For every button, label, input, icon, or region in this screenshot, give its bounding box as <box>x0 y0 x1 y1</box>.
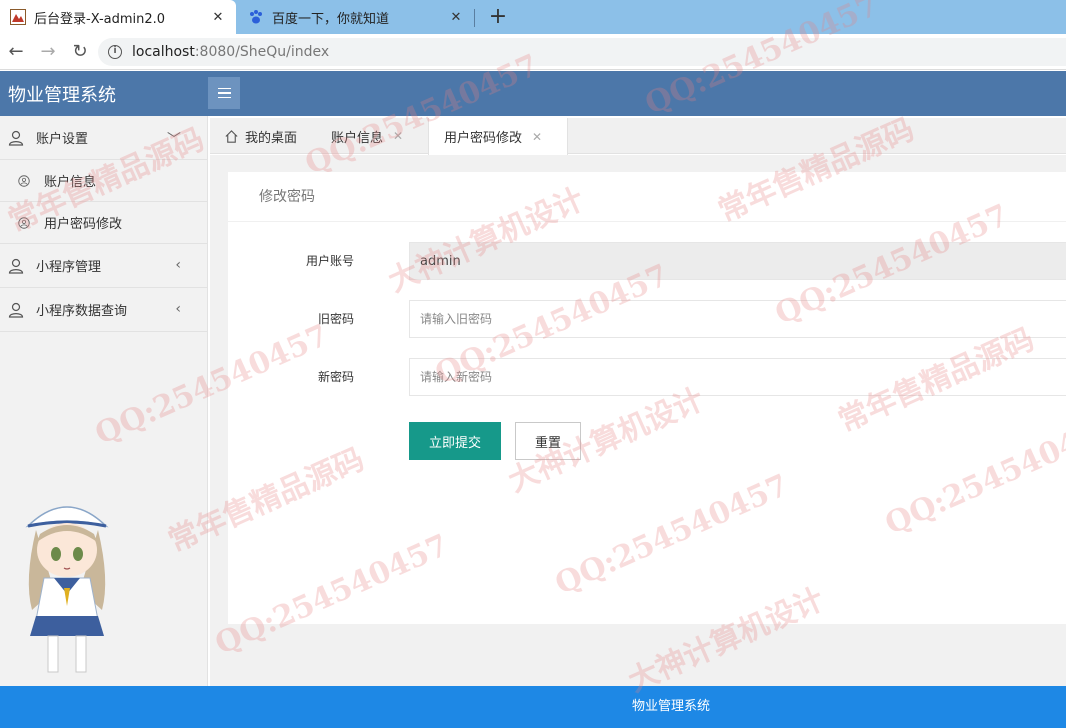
new-password-row: 新密码 <box>228 358 1066 396</box>
browser-tab-title: 百度一下，你就知道 <box>272 11 390 27</box>
tab-account-info[interactable]: 账户信息 ✕ <box>331 118 403 154</box>
user-circle-icon <box>18 216 30 229</box>
tab-label: 我的桌面 <box>245 130 298 146</box>
browser-tab-strip: 后台登录-X-admin2.0 ✕ 百度一下，你就知道 ✕ + <box>0 0 1066 34</box>
close-tab-icon[interactable]: ✕ <box>210 10 226 25</box>
password-form-card: 修改密码 用户账号 旧密码 新密码 立即提交 重置 <box>228 172 1066 624</box>
old-password-field[interactable] <box>409 300 1066 338</box>
home-icon <box>225 129 238 143</box>
new-tab-button[interactable]: + <box>484 3 512 31</box>
site-info-icon[interactable]: i <box>108 45 122 59</box>
new-password-label: 新密码 <box>317 370 354 384</box>
user-circle-icon <box>18 174 30 187</box>
reload-icon[interactable]: ↻ <box>64 41 96 62</box>
chevron-left-icon: ‹ <box>175 257 181 273</box>
old-password-row: 旧密码 <box>228 300 1066 338</box>
sidebar-item-miniprogram-query[interactable]: 小程序数据查询 ‹ <box>0 288 207 332</box>
baidu-favicon-icon <box>250 10 262 24</box>
reset-button[interactable]: 重置 <box>515 422 581 460</box>
sidebar-item-label: 用户密码修改 <box>44 217 123 232</box>
sidebar: 账户设置 ﹀ 账户信息 用户密码修改 小程序管理 ‹ 小程序数据查询 ‹ <box>0 116 208 686</box>
new-password-field[interactable] <box>409 358 1066 396</box>
tab-desktop[interactable]: 我的桌面 <box>224 118 297 154</box>
page-tabs: 我的桌面 账户信息 ✕ 用户密码修改 ✕ <box>210 118 1066 155</box>
tab-password-change[interactable]: 用户密码修改 ✕ <box>428 118 568 155</box>
footer: 物业管理系统 <box>0 686 1066 728</box>
address-bar: ← → ↻ i localhost:8080/SheQu/index <box>0 34 1066 70</box>
back-arrow-icon[interactable]: ← <box>0 41 32 62</box>
account-field[interactable] <box>409 242 1066 280</box>
user-icon <box>8 302 24 318</box>
url-field[interactable]: i localhost:8080/SheQu/index <box>98 38 1066 66</box>
account-row: 用户账号 <box>228 242 1066 280</box>
submit-button[interactable]: 立即提交 <box>409 422 501 460</box>
sidebar-item-label: 小程序数据查询 <box>36 304 128 319</box>
tab-separator <box>474 9 475 27</box>
tab-label: 用户密码修改 <box>444 131 523 146</box>
admin-favicon-icon <box>10 9 26 25</box>
tab-label: 账户信息 <box>331 130 384 146</box>
account-label: 用户账号 <box>305 254 354 268</box>
mascot-illustration <box>25 506 109 673</box>
hamburger-icon <box>217 87 231 90</box>
url-text: localhost:8080/SheQu/index <box>132 44 329 60</box>
close-icon[interactable]: ✕ <box>393 129 403 143</box>
app-header: 物业管理系统 <box>0 71 1066 116</box>
sidebar-item-account-info[interactable]: 账户信息 <box>0 160 207 202</box>
old-password-label: 旧密码 <box>317 312 354 326</box>
sidebar-item-account-settings[interactable]: 账户设置 ﹀ <box>0 116 207 160</box>
chevron-left-icon: ‹ <box>175 301 181 317</box>
url-host: localhost <box>132 44 195 60</box>
forward-arrow-icon[interactable]: → <box>32 41 64 62</box>
browser-tab-admin[interactable]: 后台登录-X-admin2.0 ✕ <box>0 0 236 34</box>
close-tab-icon[interactable]: ✕ <box>448 10 464 25</box>
app-title: 物业管理系统 <box>8 85 116 106</box>
main-content: 修改密码 用户账号 旧密码 新密码 立即提交 重置 <box>210 155 1066 686</box>
hamburger-icon <box>217 96 231 99</box>
hamburger-icon <box>217 92 231 94</box>
browser-tab-title: 后台登录-X-admin2.0 <box>34 11 166 27</box>
sidebar-item-label: 账户设置 <box>36 132 89 147</box>
browser-tab-baidu[interactable]: 百度一下，你就知道 ✕ <box>238 0 474 34</box>
url-path: :8080/SheQu/index <box>194 44 330 60</box>
sidebar-item-label: 账户信息 <box>44 175 97 190</box>
form-title: 修改密码 <box>228 172 1066 222</box>
sidebar-item-password-change[interactable]: 用户密码修改 <box>0 202 207 244</box>
sidebar-item-miniprogram-manage[interactable]: 小程序管理 ‹ <box>0 244 207 288</box>
user-icon <box>8 130 24 146</box>
user-icon <box>8 258 24 274</box>
chevron-down-icon: ﹀ <box>167 132 181 148</box>
menu-toggle-button[interactable] <box>208 77 240 109</box>
sidebar-item-label: 小程序管理 <box>36 260 102 275</box>
close-icon[interactable]: ✕ <box>532 130 542 144</box>
